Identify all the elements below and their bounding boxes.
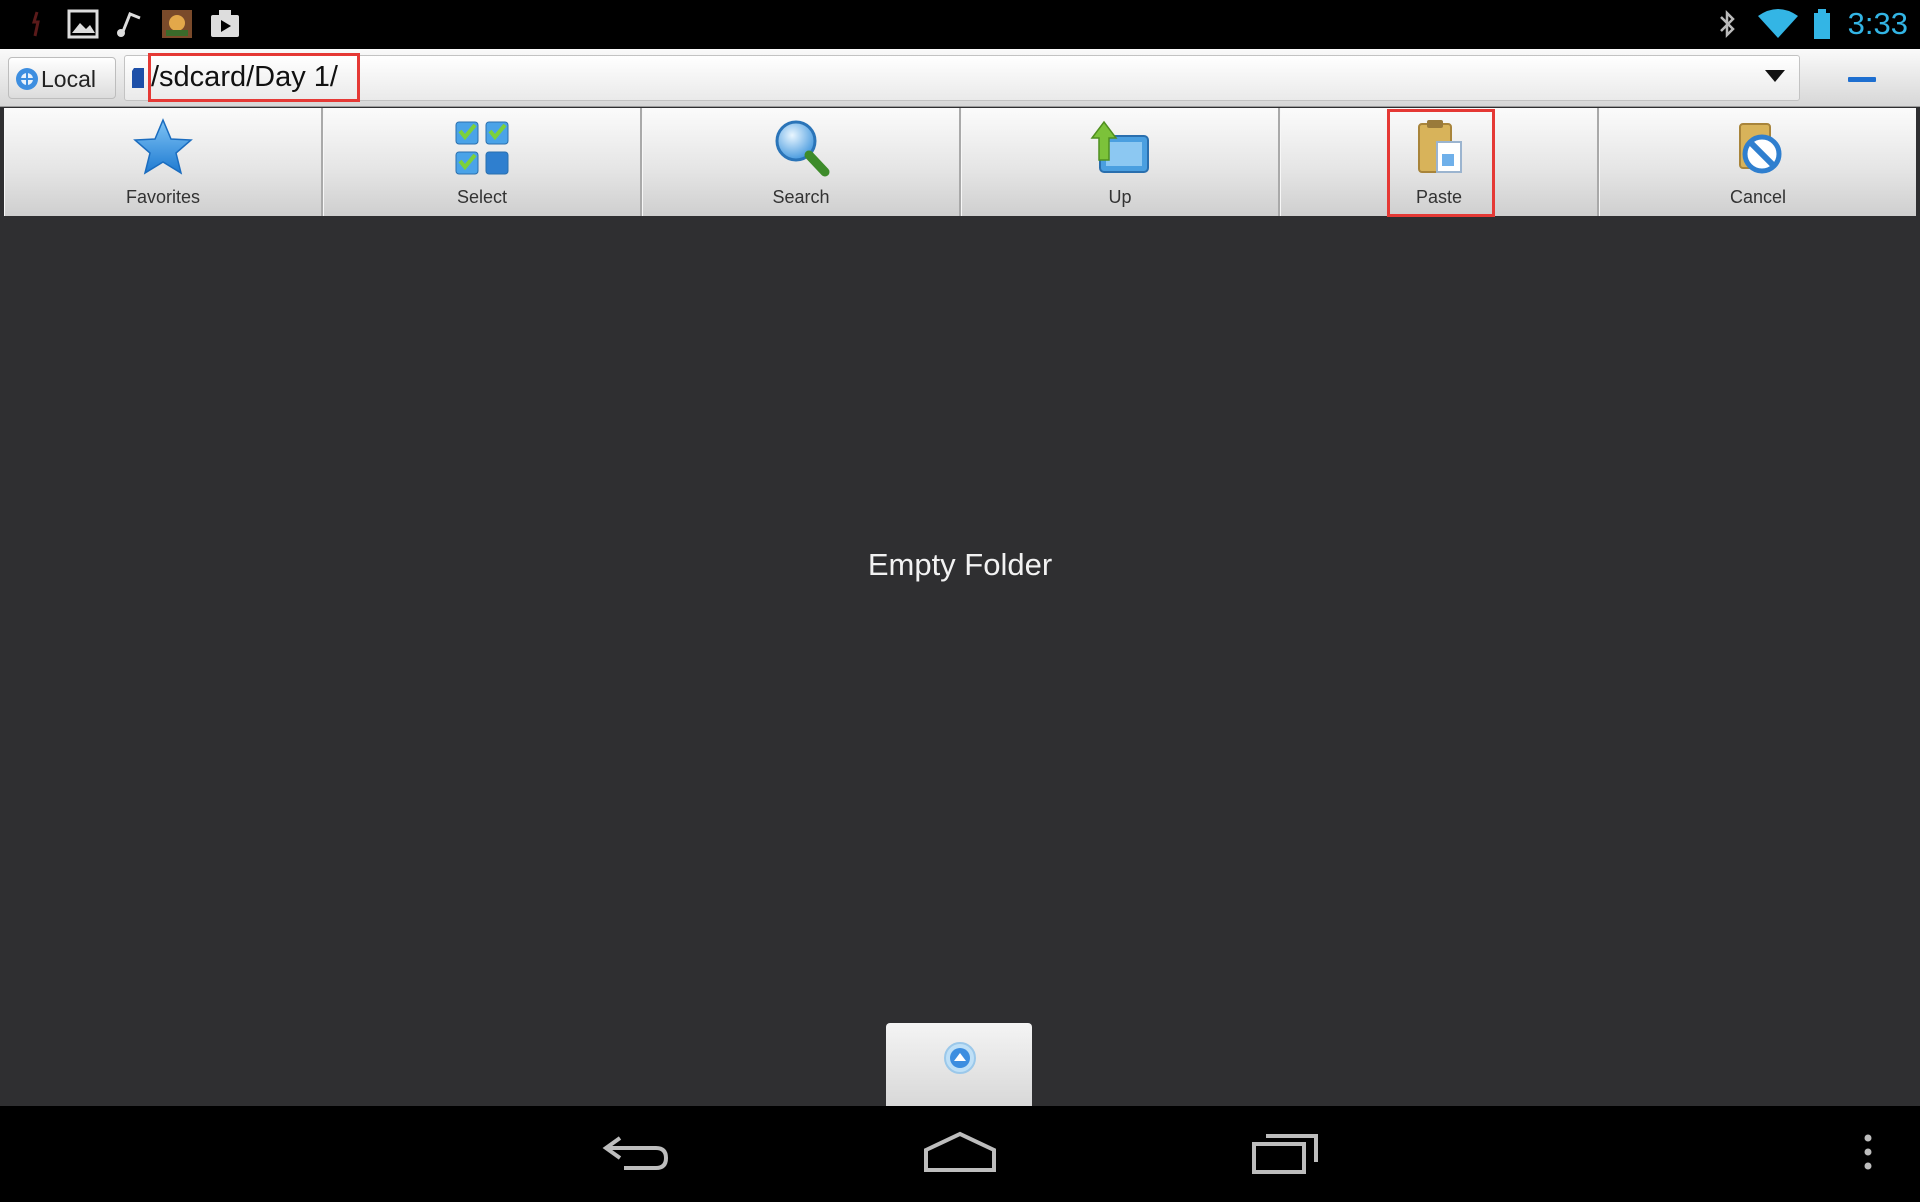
path-text: /sdcard/Day 1/ <box>151 61 338 93</box>
path-field[interactable]: /sdcard/Day 1/ <box>124 55 1800 101</box>
magnifier-icon <box>769 116 833 180</box>
sdcard-icon <box>132 68 144 88</box>
star-icon <box>131 116 195 180</box>
app-icon <box>160 8 194 40</box>
clock: 3:33 <box>1847 6 1908 41</box>
usb-debug-icon <box>20 8 54 40</box>
local-location-label: Local <box>41 66 96 92</box>
favorites-label: Favorites <box>125 187 201 207</box>
favorites-button[interactable]: Favorites <box>4 108 323 216</box>
drawer-handle[interactable] <box>886 1023 1032 1106</box>
search-button[interactable]: Search <box>642 108 961 216</box>
wifi-icon <box>1756 8 1800 40</box>
battery-icon <box>1812 8 1832 40</box>
cancel-button[interactable]: Cancel <box>1599 108 1916 216</box>
select-grid-icon <box>450 116 514 180</box>
music-icon <box>112 8 146 40</box>
navigation-bar <box>0 1106 1920 1202</box>
empty-folder-message: Empty Folder <box>867 547 1053 582</box>
local-location-button[interactable]: Local <box>8 57 116 99</box>
overflow-menu-icon[interactable] <box>1860 1128 1876 1178</box>
recent-apps-icon[interactable] <box>1250 1128 1322 1178</box>
expand-up-icon <box>944 1042 976 1074</box>
clipboard-icon <box>1407 116 1471 180</box>
select-label: Select <box>456 187 508 207</box>
status-bar: 3:33 <box>0 0 1920 49</box>
paste-button[interactable]: Paste <box>1280 108 1599 216</box>
folder-up-icon <box>1088 116 1152 180</box>
minus-icon <box>1848 77 1876 82</box>
paste-label: Paste <box>1415 187 1463 207</box>
home-icon[interactable] <box>922 1128 998 1178</box>
up-button[interactable]: Up <box>961 108 1280 216</box>
file-list-area: Empty Folder <box>0 217 1920 1106</box>
toolbar: Favorites Select Search Up Paste Cancel <box>4 108 1916 216</box>
search-label: Search <box>772 187 830 207</box>
screen: 3:33 Local /sdcard/Day 1/ Favorites Sele… <box>0 0 1920 1202</box>
select-button[interactable]: Select <box>323 108 642 216</box>
address-bar: Local /sdcard/Day 1/ <box>0 49 1920 107</box>
dropdown-arrow-icon[interactable] <box>1764 68 1786 84</box>
minimize-button[interactable] <box>1808 55 1914 101</box>
cancel-label: Cancel <box>1729 187 1787 207</box>
download-icon <box>208 8 242 40</box>
up-label: Up <box>1108 187 1132 207</box>
image-icon <box>66 8 100 40</box>
globe-icon <box>16 68 38 90</box>
cancel-icon <box>1726 116 1790 180</box>
bluetooth-icon <box>1716 8 1738 40</box>
back-icon[interactable] <box>600 1128 672 1178</box>
